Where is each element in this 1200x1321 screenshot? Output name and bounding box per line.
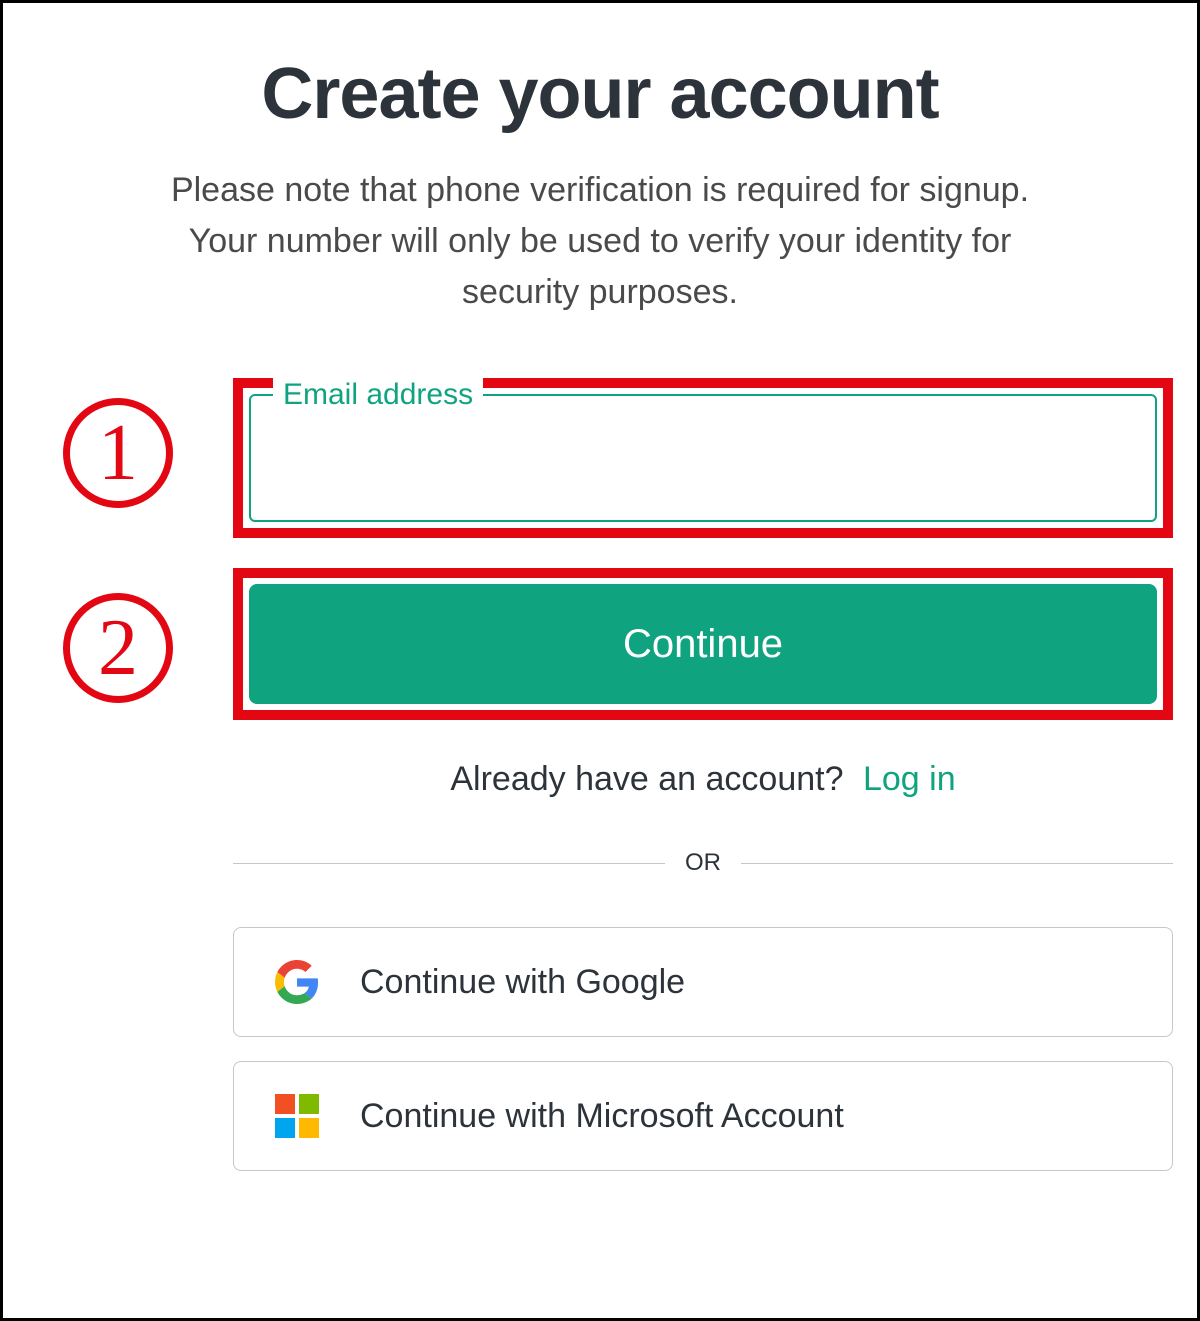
continue-button[interactable]: Continue	[249, 584, 1157, 704]
microsoft-button-label: Continue with Microsoft Account	[360, 1097, 844, 1136]
or-label: OR	[685, 849, 721, 877]
form-area: 1 2 Email address Continue Already have …	[233, 378, 1173, 1171]
continue-with-microsoft-button[interactable]: Continue with Microsoft Account	[233, 1061, 1173, 1171]
google-button-label: Continue with Google	[360, 963, 685, 1002]
or-divider: OR	[233, 849, 1173, 877]
signup-form: Create your account Please note that pho…	[33, 53, 1167, 1171]
annotation-badge-1: 1	[63, 398, 173, 508]
page-title: Create your account	[33, 53, 1167, 135]
annotation-highlight-2: Continue	[233, 568, 1173, 720]
email-label: Email address	[273, 378, 483, 412]
divider-line	[741, 863, 1173, 864]
login-row: Already have an account? Log in	[233, 760, 1173, 799]
annotation-badge-2: 2	[63, 593, 173, 703]
login-prompt: Already have an account?	[450, 760, 843, 798]
email-input[interactable]	[251, 396, 1155, 520]
google-icon	[274, 959, 320, 1005]
continue-with-google-button[interactable]: Continue with Google	[233, 927, 1173, 1037]
login-link[interactable]: Log in	[863, 760, 956, 798]
email-field-wrap: Email address	[249, 394, 1157, 522]
microsoft-icon	[274, 1093, 320, 1139]
divider-line	[233, 863, 665, 864]
annotation-highlight-1: Email address	[233, 378, 1173, 538]
page-subtitle: Please note that phone verification is r…	[140, 165, 1060, 318]
